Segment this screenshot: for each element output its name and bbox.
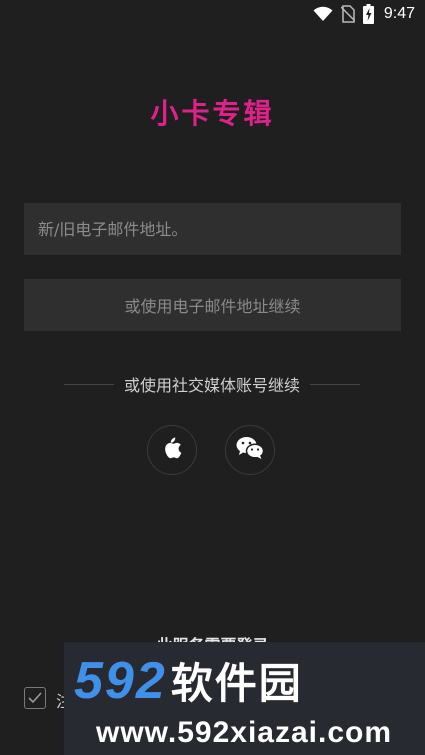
continue-with-email-button[interactable]: 或使用电子邮件地址继续 [24,279,401,331]
agreement-checkbox[interactable] [24,687,46,709]
battery-charging-icon [362,4,374,24]
watermark-logo: 592软件园 www.592xiazai.com [64,642,425,755]
social-divider: 或使用社交媒体账号继续 [64,372,361,396]
wechat-login-button[interactable] [225,425,275,475]
apple-login-button[interactable] [147,425,197,475]
status-bar: 9:47 [0,0,425,30]
app-title: 小卡专辑 [150,97,275,130]
email-input[interactable] [24,203,401,255]
watermark-brand: 592软件园 [74,650,303,711]
apple-icon [162,437,182,463]
divider-line-left [64,383,114,385]
checkmark-icon [28,689,42,708]
watermark-brand-number: 592 [74,652,167,710]
divider-line-right [310,383,361,385]
status-icons: 9:47 [313,4,415,24]
watermark-brand-text: 软件园 [170,659,303,708]
watermark-url: www.592xiazai.com [96,716,393,749]
wifi-icon [313,6,333,22]
social-divider-text: 或使用社交媒体账号继续 [124,376,301,395]
wechat-icon [236,436,265,464]
status-time: 9:47 [383,5,415,22]
no-sim-icon [340,5,355,23]
